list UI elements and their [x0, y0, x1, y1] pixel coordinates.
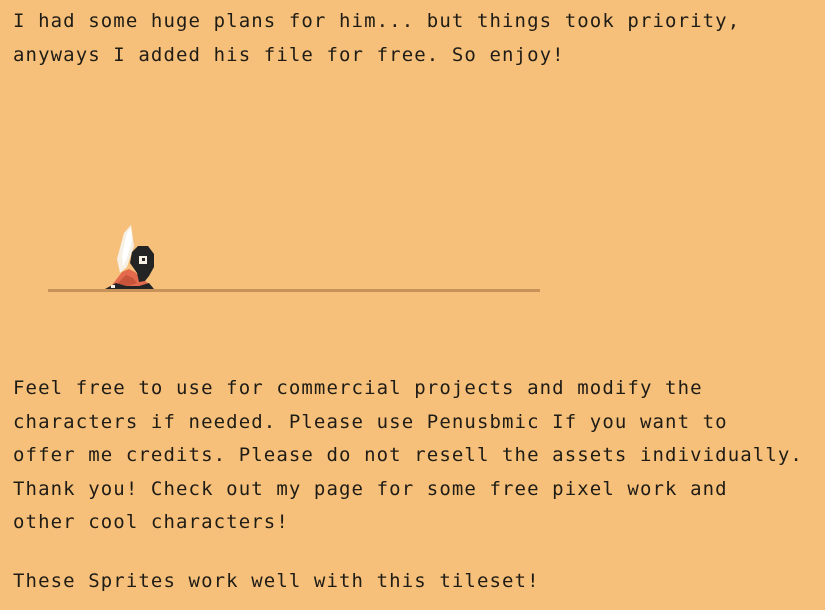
game-description-page: I had some huge plans for him... but thi…: [0, 0, 825, 610]
ground-line: [48, 289, 540, 292]
license-line-3: offer me credits. Please do not resell t…: [13, 444, 803, 466]
sprite-preview: [48, 220, 540, 300]
license-line-5: other cool characters!: [13, 511, 289, 533]
license-line-1: Feel free to use for commercial projects…: [13, 377, 703, 399]
license-line-4: Thank you! Check out my page for some fr…: [13, 477, 728, 500]
tileset-note: These Sprites work well with this tilese…: [13, 570, 540, 592]
intro-line-1: I had some huge plans for him... but thi…: [13, 10, 741, 32]
hooded-character-sprite-icon: [105, 225, 154, 289]
license-line-2: characters if needed. Please use Penusbm…: [13, 410, 728, 433]
intro-paragraph: I had some huge plans for him... but thi…: [13, 5, 740, 72]
license-paragraph: Feel free to use for commercial projects…: [13, 372, 803, 540]
intro-line-2: anyways I added his file for free. So en…: [13, 43, 565, 66]
